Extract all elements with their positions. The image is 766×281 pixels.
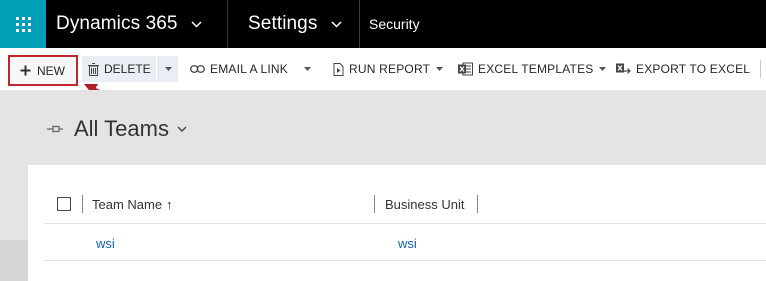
- view-title: All Teams: [74, 116, 169, 141]
- report-icon: [333, 62, 344, 76]
- caret-down-icon: [303, 67, 311, 71]
- caret-down-icon: [164, 67, 172, 71]
- split-divider: [156, 56, 157, 82]
- excel-templates-button[interactable]: EXCEL TEMPLATES: [458, 54, 611, 84]
- run-report-label: RUN REPORT: [349, 62, 431, 76]
- subarea-breadcrumb[interactable]: Security: [360, 0, 420, 48]
- subarea-name: Security: [369, 16, 420, 32]
- app-launcher-button[interactable]: [0, 0, 46, 48]
- export-excel-label: EXPORT TO EXCEL: [636, 62, 751, 76]
- excel-templates-label: EXCEL TEMPLATES: [478, 62, 594, 76]
- export-excel-button[interactable]: EXPORT TO EXCEL: [616, 54, 766, 84]
- app-name: Dynamics 365: [56, 13, 178, 34]
- waffle-icon: [15, 16, 31, 32]
- top-nav-bar: Dynamics 365 Settings Security: [0, 0, 766, 48]
- new-button-label: NEW: [37, 63, 65, 78]
- plus-icon: [20, 65, 31, 76]
- view-selector[interactable]: All Teams: [46, 116, 187, 142]
- caret-down-icon[interactable]: [761, 67, 766, 71]
- delete-dropdown-button[interactable]: [160, 56, 176, 82]
- email-link-dropdown[interactable]: [298, 54, 316, 84]
- column-header-team-name-label: Team Name: [92, 196, 163, 212]
- email-link-button[interactable]: EMAIL A LINK: [190, 54, 288, 84]
- export-excel-icon: [616, 62, 631, 76]
- caret-down-icon: [430, 67, 448, 71]
- column-divider: [82, 195, 83, 213]
- column-divider: [477, 195, 478, 213]
- new-button[interactable]: NEW: [8, 55, 78, 86]
- table-row[interactable]: wsi wsi: [44, 224, 766, 261]
- excel-icon: [458, 62, 473, 76]
- delete-button-label: DELETE: [104, 62, 151, 76]
- select-all-checkbox[interactable]: [57, 197, 71, 211]
- sort-ascending-icon: ↑: [166, 196, 173, 212]
- column-header-business-unit-label: Business Unit: [385, 196, 465, 212]
- link-icon: [190, 65, 205, 73]
- area-name: Settings: [248, 13, 318, 34]
- team-name-link[interactable]: wsi: [96, 236, 115, 251]
- chevron-down-icon: [329, 17, 343, 31]
- chevron-down-icon: [190, 17, 204, 31]
- area-selector[interactable]: Settings: [228, 0, 360, 48]
- column-header-team-name[interactable]: Team Name ↑: [92, 197, 374, 212]
- column-divider: [374, 195, 375, 213]
- run-report-button[interactable]: RUN REPORT: [333, 54, 448, 84]
- business-unit-link[interactable]: wsi: [398, 236, 417, 251]
- trash-icon: [88, 62, 99, 76]
- left-strip: [0, 240, 28, 281]
- pin-icon[interactable]: [46, 124, 64, 134]
- column-header-business-unit[interactable]: Business Unit: [385, 197, 477, 212]
- email-link-label: EMAIL A LINK: [210, 62, 288, 76]
- app-selector[interactable]: Dynamics 365: [46, 0, 228, 48]
- grid-header: Team Name ↑ Business Unit: [44, 185, 766, 224]
- caret-down-icon: [593, 67, 611, 71]
- chevron-down-icon: [177, 126, 187, 132]
- delete-button[interactable]: DELETE: [82, 56, 178, 82]
